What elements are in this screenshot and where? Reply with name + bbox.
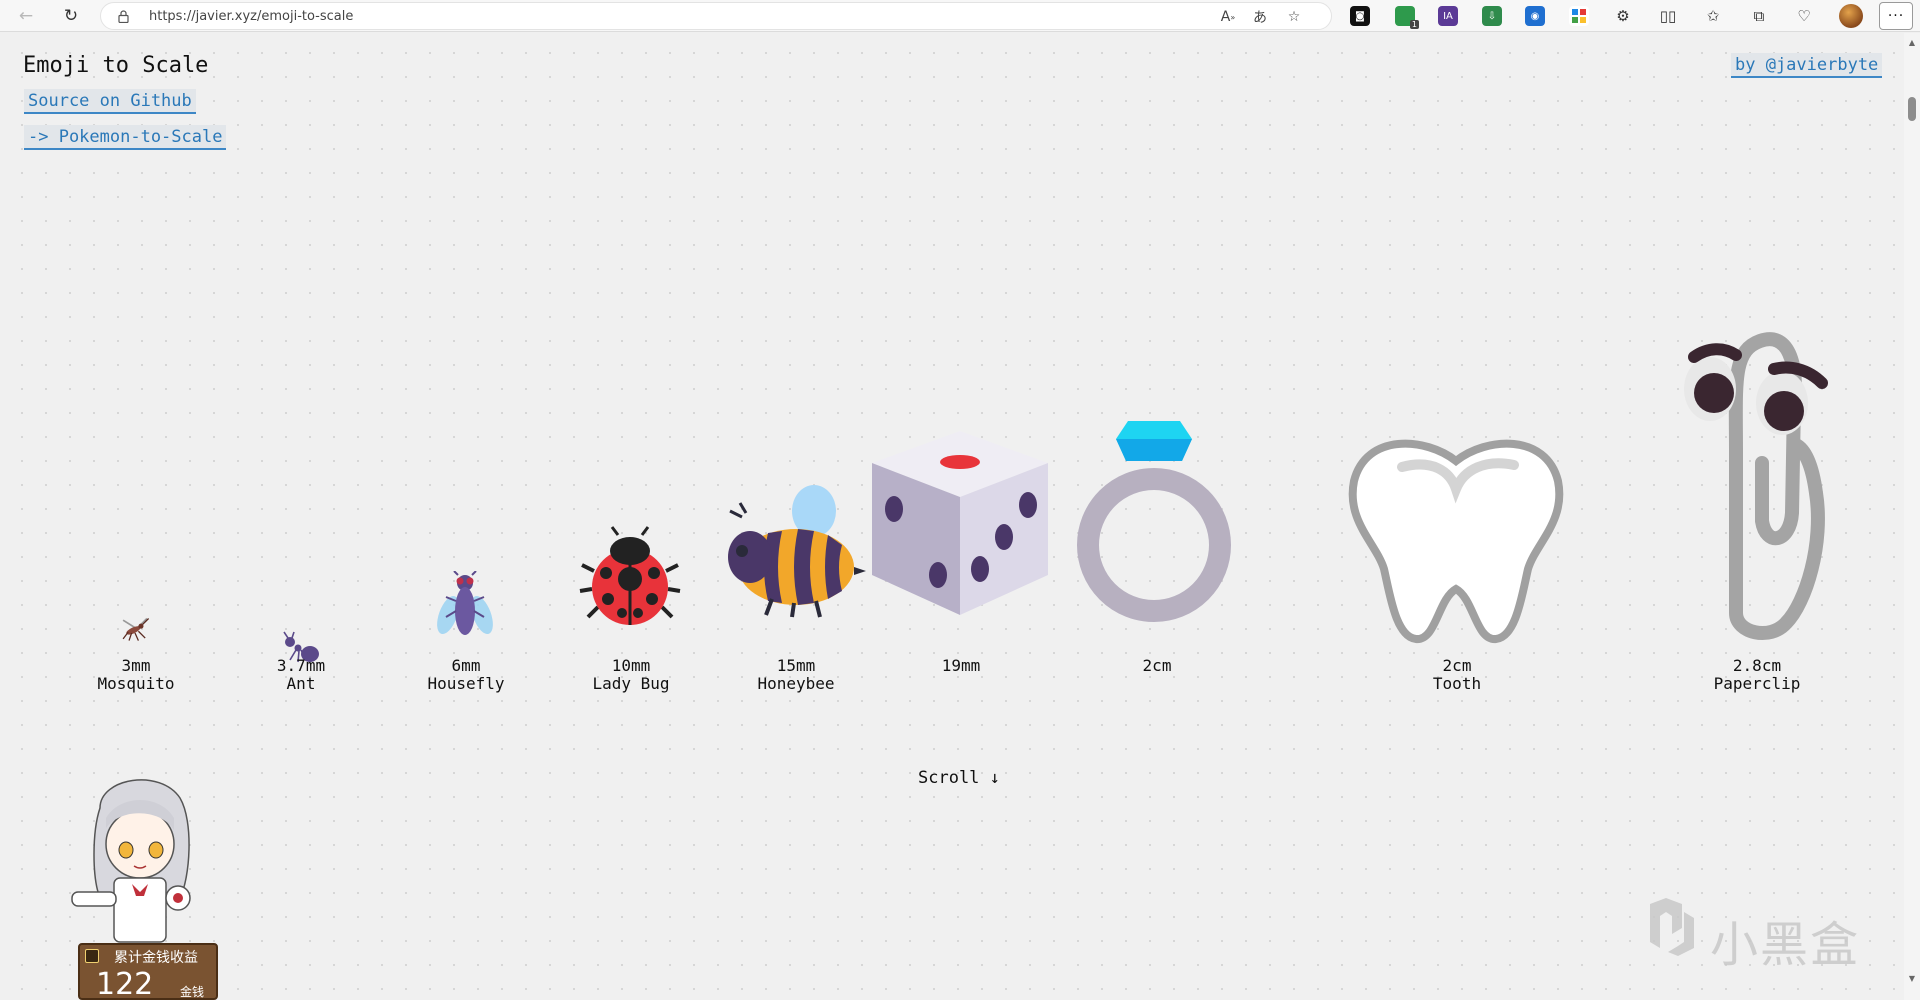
extension-download-icon[interactable]: ⇩ [1482,6,1502,26]
size-label: 19mm [941,656,981,675]
name-label: Paperclip [1713,674,1801,693]
collections-icon[interactable]: ⧉ [1746,4,1772,28]
name-label: Tooth [1432,674,1482,693]
name-label: Lady Bug [592,674,670,693]
watermark-text: 小黑盒 [1710,917,1861,973]
reload-icon[interactable]: ↻ [59,4,83,28]
browser-toolbar: ← ↻ https://javier.xyz/emoji-to-scale A»… [0,0,1920,32]
back-arrow-icon[interactable]: ← [14,4,38,28]
coin-value: 122 [96,967,154,1000]
more-menu-icon[interactable]: ··· [1879,2,1913,30]
tooth-emoji-icon [1348,439,1564,643]
size-label: 2.8cm [1732,656,1782,675]
address-bar[interactable]: https://javier.xyz/emoji-to-scale A» あ ☆ [100,2,1332,30]
name-label: Housefly [427,674,505,693]
size-label: 15mm [776,656,816,675]
size-label: 2cm [1142,656,1172,675]
translate-icon[interactable]: あ [1249,7,1271,27]
browser-essentials-icon[interactable]: ♡ [1791,4,1817,28]
favorite-star-icon[interactable]: ☆ [1283,7,1305,27]
extension-capture-icon[interactable]: ◉ [1525,6,1545,26]
pokemon-to-scale-link[interactable]: -> Pokemon-to-Scale [24,125,227,150]
lock-icon [118,10,129,23]
paperclip-emoji-icon [1684,332,1828,640]
favorites-icon[interactable]: ✩ [1700,4,1726,28]
scrollbar-thumb[interactable] [1908,97,1916,121]
extension-shield-icon[interactable]: 1 [1395,6,1419,29]
page-scrollbar[interactable]: ▲ ▼ [1904,33,1920,1000]
url-text[interactable]: https://javier.xyz/emoji-to-scale [149,9,353,24]
mosquito-emoji-icon [122,617,150,641]
coin-icon [85,949,99,963]
extensions-puzzle-icon[interactable]: ⚙ [1610,4,1636,28]
split-screen-icon[interactable]: ▯▯ [1655,4,1681,28]
scroll-up-arrow-icon[interactable]: ▲ [1907,37,1917,47]
size-label: 2cm [1442,656,1472,675]
size-label: 6mm [451,656,481,675]
read-aloud-icon[interactable]: A» [1217,7,1239,27]
name-label: Mosquito [97,674,175,693]
coin-title: 累计金钱收益 [114,950,198,966]
game-die-emoji-icon [872,431,1048,615]
scroll-hint[interactable]: Scroll ↓ [918,768,1000,788]
author-link[interactable]: by @javierbyte [1731,53,1883,78]
coin-earnings-badge: 累计金钱收益 122 金钱 [78,943,218,1000]
page-viewport: Emoji to Scale Source on Github -> Pokem… [0,33,1904,1000]
coin-unit: 金钱 [180,985,205,999]
size-label: 3.7mm [276,656,326,675]
page-title: Emoji to Scale [23,53,209,78]
extension-ia-icon[interactable]: IA [1438,6,1458,26]
size-label: 10mm [611,656,651,675]
lady-beetle-emoji-icon [579,526,681,625]
scroll-down-arrow-icon[interactable]: ▼ [1907,973,1917,983]
xiaoheihe-logo-icon [1650,898,1694,956]
size-label: 3mm [121,656,151,675]
housefly-emoji-icon [437,571,493,635]
profile-avatar[interactable] [1839,4,1863,28]
extension-badge: 1 [1409,20,1419,29]
name-label: Honeybee [757,674,835,693]
ring-emoji-icon [1077,421,1231,622]
extension-glasses-icon[interactable]: ◙ [1350,6,1370,26]
extension-apps-icon[interactable] [1569,6,1589,26]
name-label: Ant [286,674,316,693]
source-github-link[interactable]: Source on Github [24,89,196,114]
honeybee-emoji-icon [728,485,866,618]
